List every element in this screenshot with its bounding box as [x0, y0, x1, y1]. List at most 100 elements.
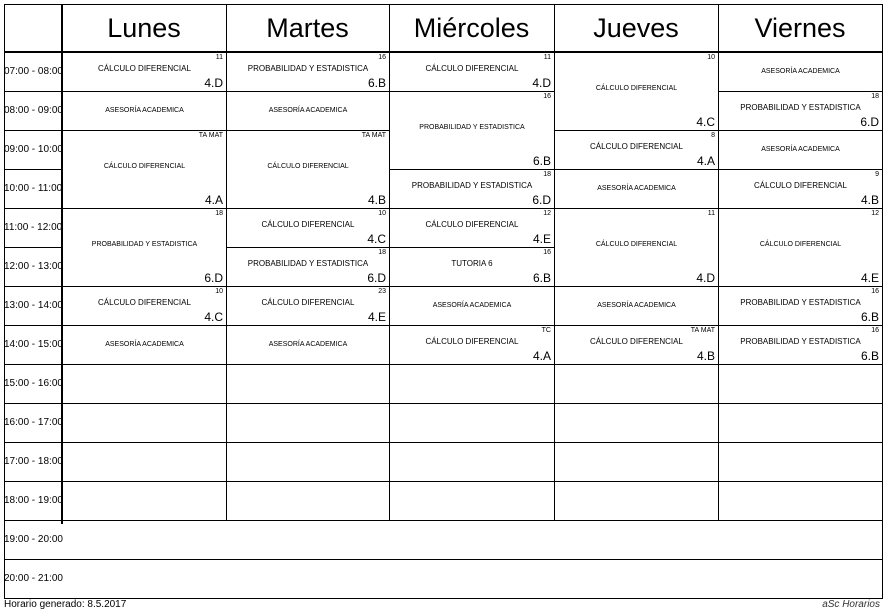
lesson-room: 23 [378, 288, 386, 295]
lesson-room: 10 [378, 210, 386, 217]
lesson-cell[interactable]: CÁLCULO DIFERENCIAL 23 4.E [227, 287, 389, 325]
lesson-group: 6.B [860, 349, 879, 363]
lesson-group: 4.D [532, 76, 551, 90]
lesson-cell[interactable]: CÁLCULO DIFERENCIAL TA MAT 4.B [555, 326, 718, 364]
row-divider [4, 520, 883, 521]
lesson-subject: CÁLCULO DIFERENCIAL [261, 220, 355, 229]
lesson-cell[interactable]: ASESORÍA ACADEMICA [390, 287, 554, 325]
time-slot-label: 16:00 - 17:00 [4, 417, 63, 428]
lesson-subject: ASESORÍA ACADEMICA [597, 185, 676, 192]
lesson-room: 18 [215, 210, 223, 217]
time-slot-label: 12:00 - 13:00 [4, 261, 63, 272]
lesson-group: 4.B [860, 193, 879, 207]
row-divider [4, 364, 883, 365]
lesson-group: 4.A [204, 193, 223, 207]
lesson-cell[interactable]: PROBABILIDAD Y ESTADISTICA 16 6.B [390, 92, 554, 169]
day-header: Lunes [107, 13, 181, 43]
timetable-grid: Lunes Martes Miércoles Jueves Viernes 07:00 -… [0, 0, 886, 613]
row-divider [4, 442, 883, 443]
lesson-subject: CÁLCULO DIFERENCIAL [425, 337, 519, 346]
lesson-group: 6.D [532, 193, 551, 207]
lesson-cell[interactable]: CÁLCULO DIFERENCIAL 9 4.B [719, 170, 882, 208]
lesson-cell[interactable]: CÁLCULO DIFERENCIAL TC 4.A [390, 326, 554, 364]
lesson-subject: ASESORÍA ACADEMICA [105, 107, 184, 114]
lesson-group: 4.E [367, 310, 386, 324]
lesson-cell[interactable]: ASESORÍA ACADEMICA [719, 131, 882, 169]
lesson-cell[interactable]: CÁLCULO DIFERENCIAL 11 4.D [555, 209, 718, 286]
lesson-room: 11 [215, 54, 223, 61]
lesson-room: 18 [378, 249, 386, 256]
time-slot-label: 09:00 - 10:00 [4, 144, 63, 155]
lesson-cell[interactable]: CÁLCULO DIFERENCIAL 10 4.C [227, 209, 389, 247]
lesson-room: 18 [543, 171, 551, 178]
lesson-subject: PROBABILIDAD Y ESTADISTICA [411, 181, 533, 190]
lesson-cell[interactable]: CÁLCULO DIFERENCIAL 11 4.D [63, 53, 226, 91]
lesson-cell[interactable]: CÁLCULO DIFERENCIAL TA MAT 4.A [63, 131, 226, 208]
day-header: Viernes [754, 13, 846, 43]
lesson-subject: CÁLCULO DIFERENCIAL [590, 337, 683, 346]
lesson-cell[interactable]: CÁLCULO DIFERENCIAL 8 4.A [555, 131, 718, 169]
row-divider [4, 559, 883, 560]
row-divider [4, 481, 883, 482]
lesson-cell[interactable]: PROBABILIDAD Y ESTADISTICA 18 6.D [719, 92, 882, 130]
lesson-subject: CÁLCULO DIFERENCIAL [261, 298, 355, 307]
lesson-cell[interactable]: PROBABILIDAD Y ESTADISTICA 18 6.D [390, 170, 554, 208]
lesson-cell[interactable]: CÁLCULO DIFERENCIAL 10 4.C [555, 53, 718, 130]
lesson-cell[interactable]: PROBABILIDAD Y ESTADISTICA 16 6.B [719, 287, 882, 325]
time-slot-label: 13:00 - 14:00 [4, 300, 63, 311]
time-slot-label: 08:00 - 09:00 [4, 105, 63, 116]
lesson-room: 10 [707, 54, 715, 61]
time-slot-label: 15:00 - 16:00 [4, 378, 63, 389]
lesson-cell[interactable]: CÁLCULO DIFERENCIAL 12 4.E [719, 209, 882, 286]
lesson-room: 12 [543, 210, 551, 217]
lesson-cell[interactable]: ASESORÍA ACADEMICA [555, 170, 718, 208]
lesson-cell[interactable]: PROBABILIDAD Y ESTADISTICA 16 6.B [227, 53, 389, 91]
lesson-group: 4.B [367, 193, 386, 207]
lesson-cell[interactable]: ASESORÍA ACADEMICA [63, 326, 226, 364]
lesson-cell[interactable]: PROBABILIDAD Y ESTADISTICA 18 6.D [63, 209, 226, 286]
lesson-subject: CÁLCULO DIFERENCIAL [425, 220, 519, 229]
lesson-group: 4.D [204, 76, 223, 90]
lesson-cell[interactable]: CÁLCULO DIFERENCIAL 12 4.E [390, 209, 554, 247]
lesson-group: 4.C [367, 232, 386, 246]
row-divider [4, 403, 883, 404]
lesson-subject: TUTORIA 6 [451, 259, 493, 268]
lesson-subject: CÁLCULO DIFERENCIAL [759, 241, 842, 248]
lesson-subject: CÁLCULO DIFERENCIAL [590, 142, 683, 151]
lesson-cell[interactable]: ASESORÍA ACADEMICA [63, 92, 226, 130]
lesson-subject: PROBABILIDAD Y ESTADISTICA [419, 124, 525, 131]
lesson-group: 4.E [532, 232, 551, 246]
lesson-cell[interactable]: ASESORÍA ACADEMICA [719, 53, 882, 91]
lesson-cell[interactable]: CÁLCULO DIFERENCIAL TA MAT 4.B [227, 131, 389, 208]
lesson-cell[interactable]: PROBABILIDAD Y ESTADISTICA 18 6.D [227, 248, 389, 286]
lesson-subject: CÁLCULO DIFERENCIAL [754, 181, 847, 190]
lesson-group: 4.A [532, 349, 551, 363]
lesson-room: 16 [378, 54, 386, 61]
lesson-cell[interactable]: ASESORÍA ACADEMICA [555, 287, 718, 325]
lesson-subject: ASESORÍA ACADEMICA [597, 302, 676, 309]
lesson-subject: ASESORÍA ACADEMICA [432, 302, 512, 309]
lesson-group: 4.E [860, 271, 879, 285]
lesson-cell[interactable]: CÁLCULO DIFERENCIAL 11 4.D [390, 53, 554, 91]
lesson-cell[interactable]: CÁLCULO DIFERENCIAL 10 4.C [63, 287, 226, 325]
lesson-cell[interactable]: ASESORÍA ACADEMICA [227, 326, 389, 364]
lesson-room: 16 [871, 288, 879, 295]
frame-right [882, 4, 883, 598]
lesson-subject: ASESORÍA ACADEMICA [268, 341, 348, 348]
lesson-cell[interactable]: ASESORÍA ACADEMICA [227, 92, 389, 130]
lesson-room: 16 [871, 327, 879, 334]
lesson-subject: ASESORÍA ACADEMICA [268, 107, 348, 114]
lesson-subject: CÁLCULO DIFERENCIAL [103, 163, 186, 170]
lesson-subject: ASESORÍA ACADEMICA [105, 341, 184, 348]
time-slot-label: 10:00 - 11:00 [4, 183, 63, 194]
generated-date: Horario generado: 8.5.2017 [4, 599, 127, 610]
lesson-room: 18 [871, 93, 879, 100]
lesson-cell[interactable]: PROBABILIDAD Y ESTADISTICA 16 6.B [719, 326, 882, 364]
time-slot-label: 17:00 - 18:00 [4, 456, 63, 467]
day-header: Martes [266, 13, 349, 43]
lesson-group: 6.B [367, 76, 386, 90]
time-slot-label: 07:00 - 08:00 [4, 66, 63, 77]
lesson-cell[interactable]: TUTORIA 6 16 6.B [390, 248, 554, 286]
time-slot-label: 18:00 - 19:00 [4, 495, 63, 506]
lesson-room: 10 [215, 288, 223, 295]
